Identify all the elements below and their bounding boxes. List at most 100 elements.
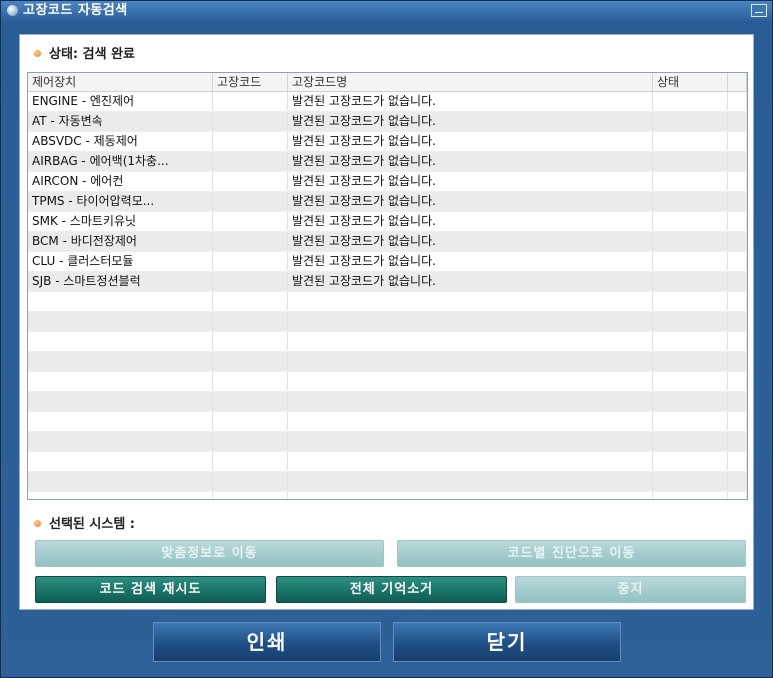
title-bar[interactable]: 고장코드 자동검색: [1, 1, 772, 21]
table-cell-device: [28, 312, 213, 330]
clear-all-memory-button[interactable]: 전체 기억소거: [276, 576, 507, 603]
table-cell-code: [213, 212, 288, 230]
content-panel: 상태: 검색 완료 제어장치 고장코드 고장코드명 상태 ENGINE - 엔진…: [19, 34, 754, 610]
table-cell-code: [213, 312, 288, 330]
table-cell-state: [653, 132, 728, 150]
table-cell-state: [653, 352, 728, 370]
table-row[interactable]: ABSVDC - 제동제어 발견된 고장코드가 없습니다.: [28, 132, 747, 152]
status-line: 상태: 검색 완료: [34, 43, 135, 62]
table-cell-name: 발견된 고장코드가 없습니다.: [288, 232, 653, 250]
table-row[interactable]: [28, 292, 747, 312]
retry-search-button[interactable]: 코드 검색 재시도: [35, 576, 266, 603]
table-cell-code: [213, 392, 288, 410]
column-header-code[interactable]: 고장코드: [213, 73, 288, 91]
table-row[interactable]: CLU - 클러스터모듈 발견된 고장코드가 없습니다.: [28, 252, 747, 272]
table-row[interactable]: AIRCON - 에어컨 발견된 고장코드가 없습니다.: [28, 172, 747, 192]
table-row[interactable]: [28, 452, 747, 472]
table-cell-code: [213, 252, 288, 270]
table-row[interactable]: ENGINE - 엔진제어 발견된 고장코드가 없습니다.: [28, 92, 747, 112]
table-row[interactable]: AIRBAG - 에어백(1차충... 발견된 고장코드가 없습니다.: [28, 152, 747, 172]
table-cell-filler: [728, 152, 747, 170]
table-cell-code: [213, 112, 288, 130]
table-row[interactable]: [28, 352, 747, 372]
table-cell-name: 발견된 고장코드가 없습니다.: [288, 112, 653, 130]
print-button[interactable]: 인쇄: [153, 622, 381, 662]
go-custom-info-button[interactable]: 맞춤정보로 이동: [35, 540, 384, 567]
table-cell-device: [28, 352, 213, 370]
table-cell-filler: [728, 172, 747, 190]
table-cell-name: [288, 392, 653, 410]
table-row[interactable]: AT - 자동변속 발견된 고장코드가 없습니다.: [28, 112, 747, 132]
table-cell-name: 발견된 고장코드가 없습니다.: [288, 272, 653, 290]
selected-system-label: 선택된 시스템 :: [49, 517, 136, 532]
table-cell-device: [28, 492, 213, 499]
table-cell-state: [653, 312, 728, 330]
table-row[interactable]: [28, 472, 747, 492]
table-row[interactable]: SMK - 스마트키유닛 발견된 고장코드가 없습니다.: [28, 212, 747, 232]
table-cell-state: [653, 492, 728, 499]
app-icon: [7, 5, 18, 16]
table-cell-name: 발견된 고장코드가 없습니다.: [288, 252, 653, 270]
table-cell-filler: [728, 232, 747, 250]
table-cell-code: [213, 232, 288, 250]
table-row[interactable]: BCM - 바디전장제어 발견된 고장코드가 없습니다.: [28, 232, 747, 252]
column-header-code-name[interactable]: 고장코드명: [288, 73, 653, 91]
table-cell-state: [653, 172, 728, 190]
close-button[interactable]: 닫기: [393, 622, 621, 662]
table-row[interactable]: [28, 372, 747, 392]
go-code-diagnosis-button[interactable]: 코드별 진단으로 이동: [397, 540, 746, 567]
table-row[interactable]: [28, 432, 747, 452]
column-header-filler: [728, 73, 747, 91]
stop-button[interactable]: 중지: [515, 576, 746, 603]
table-row[interactable]: [28, 392, 747, 412]
minimize-button[interactable]: [751, 4, 767, 17]
table-cell-device: AT - 자동변속: [28, 112, 213, 130]
dtc-table[interactable]: 제어장치 고장코드 고장코드명 상태 ENGINE - 엔진제어 발견된 고장코드…: [27, 72, 748, 500]
table-cell-state: [653, 292, 728, 310]
table-row[interactable]: [28, 492, 747, 499]
status-label: 상태: 검색 완료: [49, 47, 136, 62]
table-row[interactable]: [28, 412, 747, 432]
table-cell-state: [653, 332, 728, 350]
table-cell-device: TPMS - 타이어압력모...: [28, 192, 213, 210]
table-cell-filler: [728, 192, 747, 210]
table-cell-code: [213, 372, 288, 390]
table-cell-name: 발견된 고장코드가 없습니다.: [288, 152, 653, 170]
table-cell-name: [288, 352, 653, 370]
table-body: ENGINE - 엔진제어 발견된 고장코드가 없습니다. AT - 자동변속 발견된…: [28, 92, 747, 499]
dtc-auto-search-window: 고장코드 자동검색 상태: 검색 완료 제어장치 고장코드 고장코드명 상태 E…: [0, 0, 773, 678]
table-cell-code: [213, 132, 288, 150]
table-cell-device: ABSVDC - 제동제어: [28, 132, 213, 150]
table-cell-name: 발견된 고장코드가 없습니다.: [288, 92, 653, 110]
table-cell-device: [28, 412, 213, 430]
table-row[interactable]: SJB - 스마트정션블럭 발견된 고장코드가 없습니다.: [28, 272, 747, 292]
table-cell-state: [653, 252, 728, 270]
table-row[interactable]: [28, 312, 747, 332]
table-cell-filler: [728, 212, 747, 230]
table-header: 제어장치 고장코드 고장코드명 상태: [28, 73, 747, 92]
table-cell-name: [288, 292, 653, 310]
table-row[interactable]: [28, 332, 747, 352]
table-cell-device: SJB - 스마트정션블럭: [28, 272, 213, 290]
table-cell-name: [288, 372, 653, 390]
table-cell-code: [213, 432, 288, 450]
table-cell-name: [288, 432, 653, 450]
table-cell-filler: [728, 132, 747, 150]
table-cell-filler: [728, 492, 747, 499]
table-cell-state: [653, 432, 728, 450]
table-cell-device: [28, 372, 213, 390]
table-cell-filler: [728, 312, 747, 330]
table-cell-state: [653, 152, 728, 170]
table-cell-name: 발견된 고장코드가 없습니다.: [288, 212, 653, 230]
column-header-state[interactable]: 상태: [653, 73, 728, 91]
table-cell-code: [213, 472, 288, 490]
table-cell-name: [288, 412, 653, 430]
table-cell-device: SMK - 스마트키유닛: [28, 212, 213, 230]
table-cell-device: [28, 332, 213, 350]
table-cell-code: [213, 452, 288, 470]
table-cell-code: [213, 332, 288, 350]
table-cell-filler: [728, 292, 747, 310]
column-header-device[interactable]: 제어장치: [28, 73, 213, 91]
table-row[interactable]: TPMS - 타이어압력모... 발견된 고장코드가 없습니다.: [28, 192, 747, 212]
table-cell-filler: [728, 112, 747, 130]
